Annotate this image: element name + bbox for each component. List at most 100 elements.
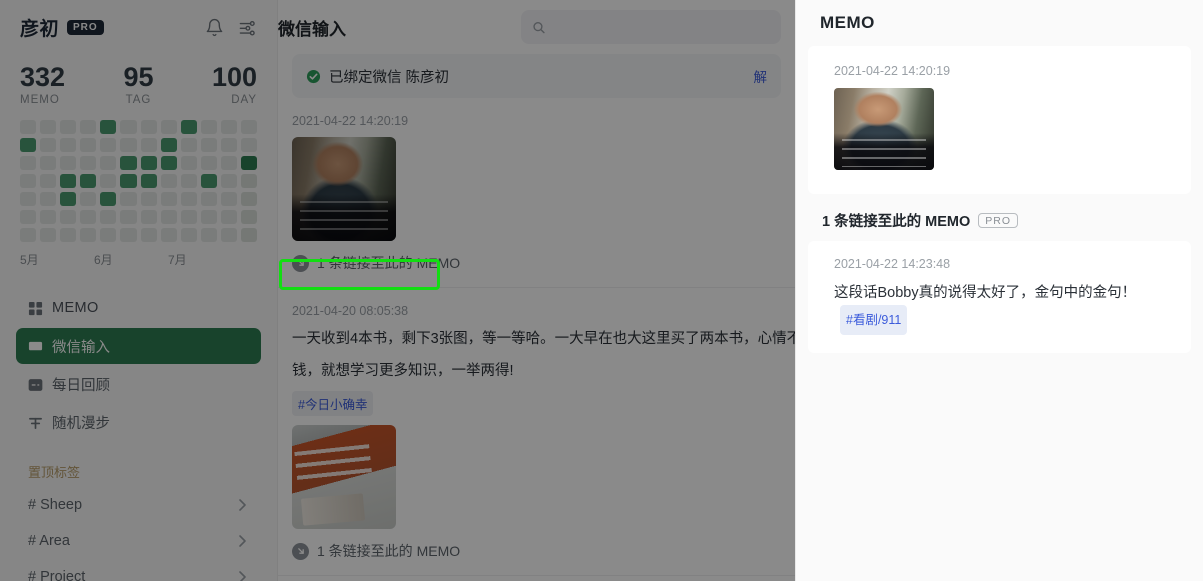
- heatmap-cell[interactable]: [80, 228, 97, 243]
- heatmap-cell[interactable]: [100, 228, 117, 243]
- heatmap-cell[interactable]: [140, 228, 157, 243]
- heatmap-cell[interactable]: [40, 228, 57, 243]
- heatmap-cell[interactable]: [220, 120, 237, 135]
- sidebar-tag-sheep[interactable]: # Sheep: [16, 487, 261, 523]
- heatmap-cell[interactable]: [140, 210, 157, 225]
- heatmap-cell[interactable]: [240, 174, 257, 189]
- sidebar-tag-project[interactable]: # Project: [16, 559, 261, 581]
- heatmap-cell[interactable]: [140, 120, 157, 135]
- heatmap-cell[interactable]: [240, 120, 257, 135]
- heatmap-cell[interactable]: [60, 192, 77, 207]
- sidebar-item-memo[interactable]: MEMO: [16, 290, 261, 326]
- heatmap-cell[interactable]: [40, 210, 57, 225]
- heatmap-cell[interactable]: [100, 210, 117, 225]
- heatmap-cell[interactable]: [220, 156, 237, 171]
- heatmap-cell[interactable]: [20, 174, 37, 189]
- heatmap-cell[interactable]: [180, 210, 197, 225]
- panel-memo-image[interactable]: [834, 88, 934, 170]
- heatmap-cell[interactable]: [20, 228, 37, 243]
- heatmap-cell[interactable]: [120, 210, 137, 225]
- heatmap-cell[interactable]: [120, 138, 137, 153]
- heatmap-cell[interactable]: [220, 192, 237, 207]
- panel-linked-memo-item[interactable]: 2021-04-22 14:23:48 这段话Bobby真的说得太好了，金句中的…: [808, 241, 1191, 353]
- heatmap-cell[interactable]: [200, 174, 217, 189]
- heatmap-cell[interactable]: [60, 156, 77, 171]
- heatmap-cell[interactable]: [240, 210, 257, 225]
- heatmap-cell[interactable]: [40, 192, 57, 207]
- heatmap-cell[interactable]: [240, 228, 257, 243]
- panel-linked-tag[interactable]: #看剧/911: [840, 305, 908, 335]
- heatmap-cell[interactable]: [60, 228, 77, 243]
- heatmap-cell[interactable]: [20, 138, 37, 153]
- heatmap-cell[interactable]: [200, 210, 217, 225]
- heatmap-cell[interactable]: [40, 156, 57, 171]
- sidebar-item-wechat-input[interactable]: 微信输入: [16, 328, 261, 365]
- heatmap-cell[interactable]: [100, 156, 117, 171]
- heatmap-cell[interactable]: [80, 138, 97, 153]
- heatmap-cell[interactable]: [240, 138, 257, 153]
- heatmap-cell[interactable]: [100, 192, 117, 207]
- heatmap-cell[interactable]: [180, 156, 197, 171]
- heatmap-cell[interactable]: [80, 210, 97, 225]
- heatmap-cell[interactable]: [200, 228, 217, 243]
- heatmap-cell[interactable]: [180, 138, 197, 153]
- memo-linked-count[interactable]: 1 条链接至此的 MEMO: [292, 541, 460, 561]
- heatmap-cell[interactable]: [120, 228, 137, 243]
- heatmap-cell[interactable]: [160, 192, 177, 207]
- heatmap-cell[interactable]: [140, 156, 157, 171]
- heatmap-cell[interactable]: [200, 156, 217, 171]
- heatmap-cell[interactable]: [60, 210, 77, 225]
- sidebar-tag-area[interactable]: # Area: [16, 523, 261, 559]
- heatmap-cell[interactable]: [60, 138, 77, 153]
- heatmap-cell[interactable]: [20, 210, 37, 225]
- heatmap-cell[interactable]: [200, 138, 217, 153]
- heatmap-cell[interactable]: [220, 210, 237, 225]
- heatmap-cell[interactable]: [120, 192, 137, 207]
- heatmap-cell[interactable]: [80, 156, 97, 171]
- heatmap-cell[interactable]: [100, 138, 117, 153]
- memo-image[interactable]: [292, 137, 396, 241]
- search-input[interactable]: [553, 19, 770, 35]
- heatmap-cell[interactable]: [100, 174, 117, 189]
- heatmap-cell[interactable]: [180, 120, 197, 135]
- heatmap-cell[interactable]: [160, 156, 177, 171]
- heatmap-cell[interactable]: [100, 120, 117, 135]
- heatmap-cell[interactable]: [240, 156, 257, 171]
- heatmap-cell[interactable]: [180, 192, 197, 207]
- heatmap-cell[interactable]: [40, 174, 57, 189]
- heatmap-cell[interactable]: [20, 156, 37, 171]
- memo-image[interactable]: [292, 425, 396, 529]
- heatmap-cell[interactable]: [160, 210, 177, 225]
- bell-icon[interactable]: [205, 18, 224, 37]
- heatmap-cell[interactable]: [160, 174, 177, 189]
- wechat-unbind-link[interactable]: 解: [754, 66, 768, 86]
- heatmap-cell[interactable]: [40, 120, 57, 135]
- heatmap-cell[interactable]: [140, 174, 157, 189]
- sidebar-item-daily-review[interactable]: 每日回顾: [16, 366, 261, 402]
- heatmap-cell[interactable]: [120, 174, 137, 189]
- heatmap-cell[interactable]: [120, 156, 137, 171]
- heatmap-cell[interactable]: [200, 120, 217, 135]
- heatmap-cell[interactable]: [220, 228, 237, 243]
- heatmap-cell[interactable]: [200, 192, 217, 207]
- sliders-icon[interactable]: [238, 18, 257, 37]
- memo-tag[interactable]: #今日小确幸: [292, 391, 374, 416]
- heatmap-cell[interactable]: [240, 192, 257, 207]
- heatmap-cell[interactable]: [160, 120, 177, 135]
- heatmap-cell[interactable]: [220, 138, 237, 153]
- heatmap-cell[interactable]: [40, 138, 57, 153]
- heatmap-cell[interactable]: [20, 120, 37, 135]
- heatmap-cell[interactable]: [60, 174, 77, 189]
- search-box[interactable]: [521, 10, 781, 44]
- heatmap-cell[interactable]: [140, 138, 157, 153]
- heatmap-cell[interactable]: [180, 174, 197, 189]
- sidebar-item-random-walk[interactable]: 随机漫步: [16, 404, 261, 440]
- heatmap-cell[interactable]: [140, 192, 157, 207]
- heatmap-cell[interactable]: [180, 228, 197, 243]
- heatmap-cell[interactable]: [160, 228, 177, 243]
- heatmap-cell[interactable]: [20, 192, 37, 207]
- heatmap-cell[interactable]: [80, 120, 97, 135]
- heatmap-cell[interactable]: [80, 174, 97, 189]
- heatmap-cell[interactable]: [120, 120, 137, 135]
- heatmap-cell[interactable]: [160, 138, 177, 153]
